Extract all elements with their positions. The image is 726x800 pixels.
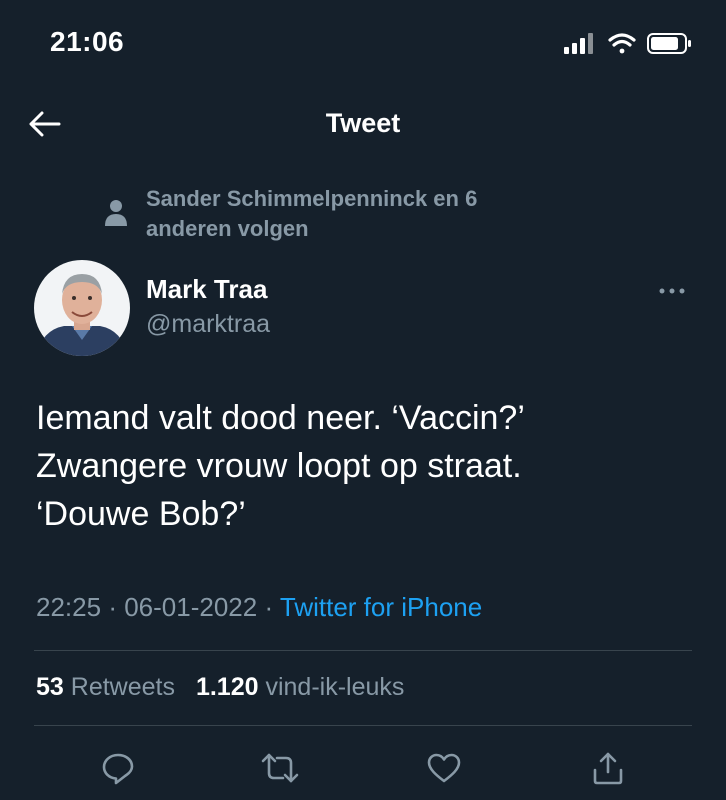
likes-label: vind-ik-leuks	[265, 673, 405, 701]
divider	[34, 650, 692, 651]
status-icons	[564, 30, 696, 58]
action-bar	[0, 740, 726, 796]
tweet-text: Iemand valt dood neer. ‘Vaccin?’ Zwanger…	[36, 399, 525, 533]
author-name[interactable]: Mark Traa	[146, 274, 267, 305]
avatar-image	[34, 260, 130, 356]
nav-header: Tweet	[0, 92, 726, 154]
meta-separator: ·	[264, 592, 274, 622]
more-horizontal-icon	[659, 288, 685, 294]
reply-button[interactable]	[96, 746, 140, 790]
share-icon	[593, 752, 623, 785]
meta-separator: ·	[108, 592, 117, 622]
share-button[interactable]	[586, 746, 630, 790]
reply-icon	[102, 753, 134, 785]
page-title: Tweet	[325, 108, 401, 138]
author-handle[interactable]: @marktraa	[146, 310, 270, 339]
tweet-source-link[interactable]: Twitter for iPhone	[280, 592, 482, 622]
likes-count: 1.120	[195, 673, 259, 701]
status-bar: 21:06	[0, 0, 726, 90]
stats-row: 53 Retweets 1.120 vind-ik-leuks	[36, 673, 418, 702]
signal-icon	[564, 33, 593, 54]
tweet-meta: 22:25 · 06-01-2022 · Twitter for iPhone	[36, 592, 482, 623]
author-row: Mark Traa @marktraa	[34, 260, 694, 360]
wifi-icon	[608, 33, 636, 54]
heart-icon	[427, 753, 461, 783]
retweet-button[interactable]	[258, 746, 302, 790]
avatar[interactable]	[34, 260, 130, 356]
retweet-icon	[261, 753, 299, 783]
divider	[34, 725, 692, 726]
social-context-text: Sander Schimmelpenninck en 6 anderen vol…	[146, 186, 478, 241]
retweets-label: Retweets	[70, 673, 175, 701]
retweets-stat[interactable]: 53 Retweets	[36, 673, 175, 701]
status-time: 21:06	[50, 26, 125, 57]
like-button[interactable]	[422, 746, 466, 790]
battery-icon	[647, 33, 691, 54]
more-button[interactable]	[650, 276, 694, 306]
tweet-date: 06-01-2022	[124, 592, 258, 622]
retweets-count: 53	[36, 673, 64, 701]
likes-stat[interactable]: 1.120 vind-ik-leuks	[196, 673, 404, 701]
person-icon	[105, 200, 127, 226]
tweet-time: 22:25	[36, 592, 102, 622]
